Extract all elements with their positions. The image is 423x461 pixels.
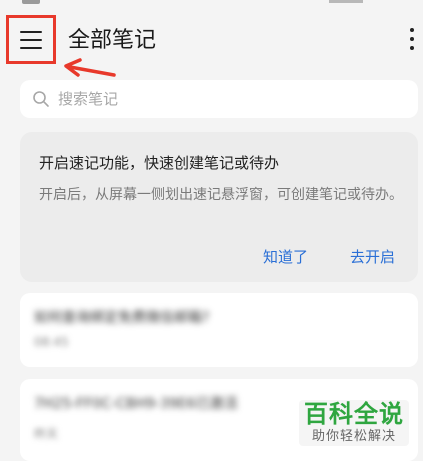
go-enable-button[interactable]: 去开启 — [350, 246, 395, 267]
status-bar-fragment-right — [329, 0, 363, 3]
menu-button[interactable] — [6, 15, 56, 64]
status-bar-fragment — [22, 0, 40, 4]
search-input[interactable] — [58, 90, 378, 108]
watermark-logo: 百科全说 助你轻松解决 — [299, 400, 409, 446]
hamburger-menu-icon — [20, 30, 42, 49]
page-title: 全部笔记 — [68, 28, 157, 53]
note-time: 08:45 — [34, 335, 69, 349]
search-icon — [33, 91, 49, 107]
note-list-item[interactable]: 如何查询绑定免费微信邮箱? 08:45 — [20, 293, 418, 367]
more-vertical-icon[interactable] — [407, 28, 417, 54]
search-bar[interactable] — [20, 80, 418, 118]
watermark-sub: 助你轻松解决 — [311, 429, 396, 444]
note-time: 昨天 — [34, 427, 59, 441]
note-title: 7H25-FF0C-CBH9-39E6已激活 — [34, 396, 238, 412]
annotation-arrow-icon — [64, 58, 116, 77]
got-it-button[interactable]: 知道了 — [263, 246, 308, 267]
watermark-main: 百科全说 — [304, 400, 404, 428]
quick-note-tip-card: 开启速记功能，快速创建笔记或待办 开启后，从屏幕一侧划出速记悬浮窗，可创建笔记或… — [20, 132, 418, 282]
tip-title: 开启速记功能，快速创建笔记或待办 — [39, 154, 280, 172]
note-title: 如何查询绑定免费微信邮箱? — [34, 310, 210, 326]
tip-body: 开启后，从屏幕一侧划出速记悬浮窗，可创建笔记或待办。 — [39, 187, 403, 203]
